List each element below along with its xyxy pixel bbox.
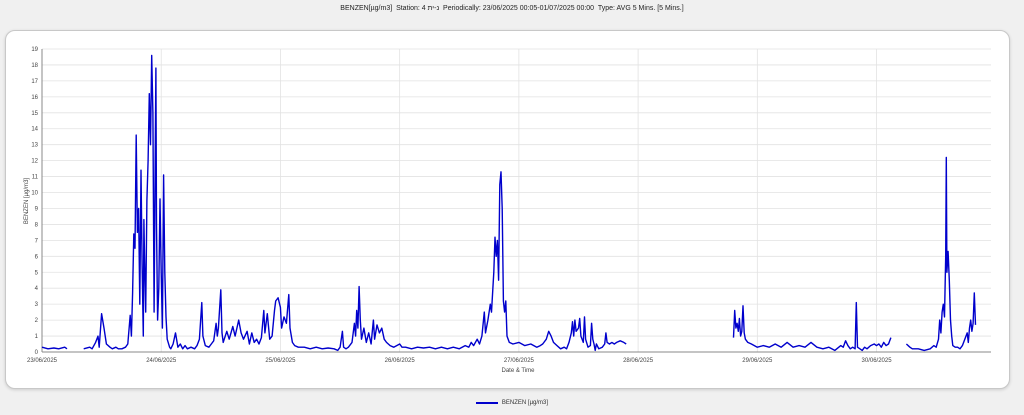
series-line: [41, 346, 68, 350]
y-tick-label: 2: [35, 318, 39, 324]
y-axis-label: BENZEN [µg/m3]: [24, 178, 30, 224]
y-tick-label: 14: [31, 127, 38, 133]
y-tick-label: 0: [35, 350, 39, 356]
y-tick-label: 3: [35, 302, 39, 308]
y-tick-label: 15: [31, 111, 38, 117]
x-tick-label: 24/06/2025: [146, 358, 177, 364]
x-tick-label: 26/06/2025: [385, 358, 416, 364]
x-tick-label: 23/06/2025: [27, 358, 58, 364]
chart-title: BENZEN[µg/m3] Station: 4 נ-ית Periodical…: [340, 5, 684, 12]
plot-area: 01234567891011121314151617181923/06/2025…: [24, 47, 991, 374]
y-tick-label: 1: [35, 334, 39, 340]
x-tick-label: 25/06/2025: [265, 358, 296, 364]
y-tick-label: 19: [31, 47, 38, 53]
legend-label: BENZEN [µg/m3]: [501, 400, 549, 406]
legend-swatch: [475, 402, 498, 404]
y-tick-label: 7: [35, 238, 39, 244]
y-tick-label: 10: [31, 191, 38, 197]
y-tick-label: 18: [31, 63, 38, 69]
x-axis-label: Date & Time: [501, 368, 535, 374]
grid: [41, 48, 991, 353]
y-tick-label: 11: [32, 175, 39, 181]
x-tick-label: 28/06/2025: [623, 358, 654, 364]
x-tick-label: 30/06/2025: [862, 358, 893, 364]
x-tick-label: 27/06/2025: [504, 358, 535, 364]
legend: BENZEN [µg/m3]: [0, 400, 1024, 407]
y-tick-label: 17: [31, 79, 38, 85]
y-tick-label: 12: [31, 159, 38, 165]
x-tick-label: 29/06/2025: [742, 358, 773, 364]
y-tick-label: 13: [31, 143, 38, 149]
y-tick-label: 6: [35, 254, 39, 260]
y-tick-label: 8: [35, 222, 39, 228]
series-line: [905, 156, 977, 352]
series-line: [83, 54, 627, 352]
y-tick-label: 5: [35, 270, 39, 276]
y-tick-label: 9: [35, 206, 39, 212]
y-tick-label: 16: [31, 95, 38, 101]
series-layer: [41, 54, 977, 352]
axes: 01234567891011121314151617181923/06/2025…: [27, 47, 991, 364]
chart-panel: 0 1 2 3 4 5 6 7 8 9 10 11 12 13 14 15 16 17 18 19 23/06/2025…: [5, 30, 1010, 389]
y-tick-label: 4: [35, 286, 39, 292]
